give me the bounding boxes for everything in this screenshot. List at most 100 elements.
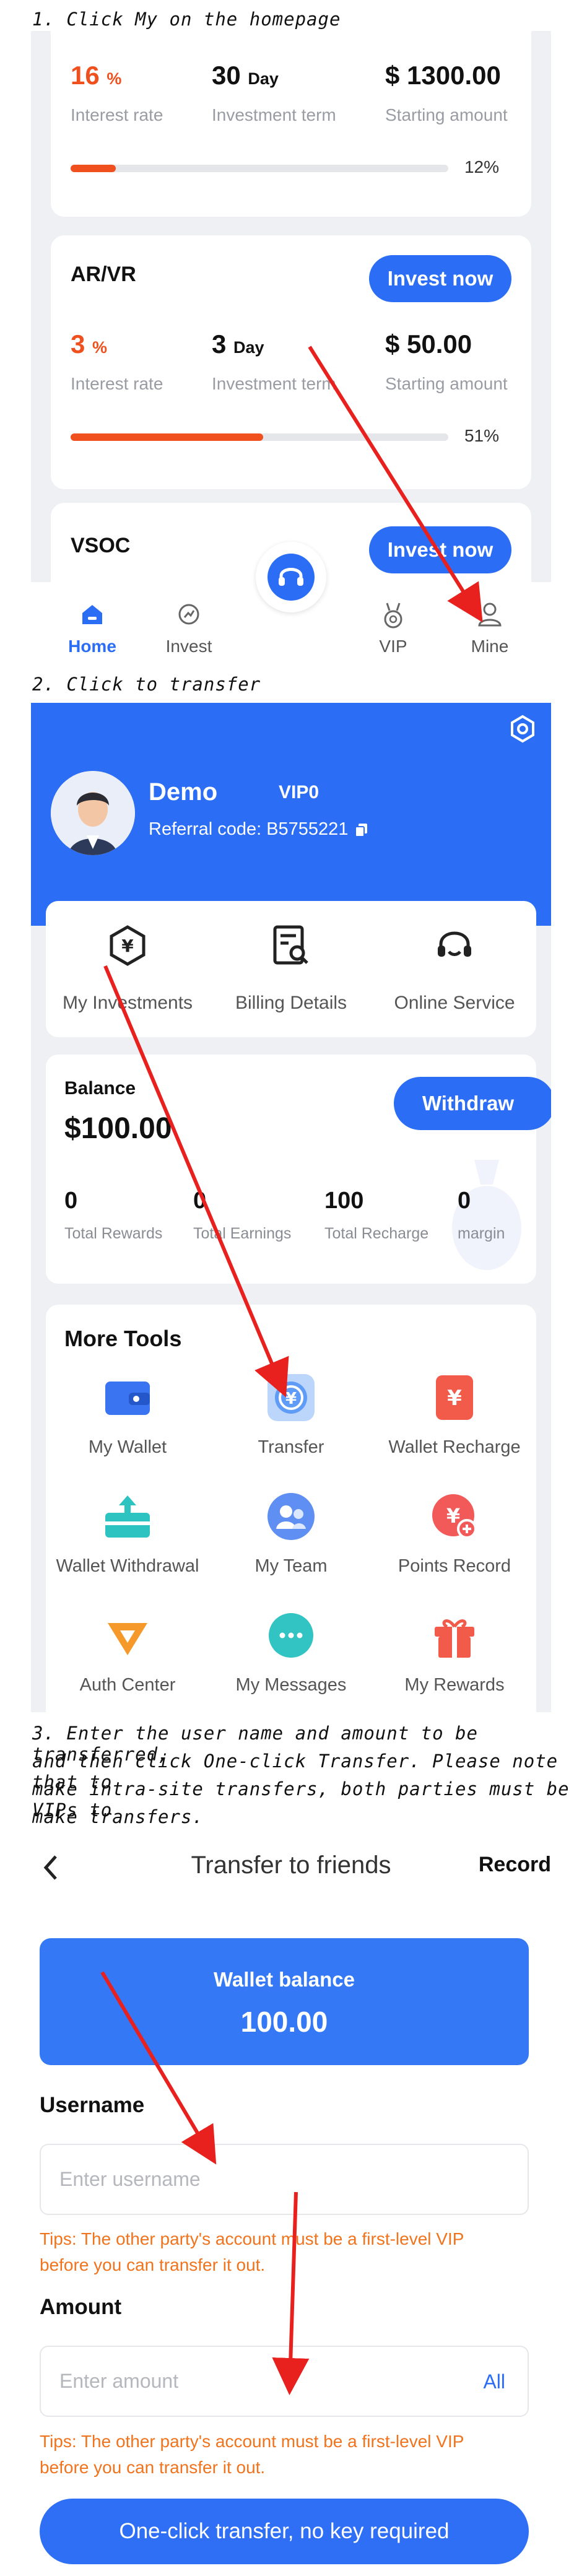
team-icon [267,1493,315,1540]
tab-label: Mine [471,637,509,656]
recharge-icon: ¥ [436,1375,473,1420]
tool-label: My Messages [235,1675,347,1695]
tool-wallet-recharge[interactable]: ¥ Wallet Recharge [373,1372,536,1489]
investment-term-label: Investment term [212,374,336,393]
starting-amount-label: Starting amount [385,105,508,124]
interest-rate-value: 3 % [71,329,108,359]
investment-term-value: 3 Day [212,329,264,359]
product-name: AR/VR [71,263,136,286]
wallet-balance-card: Wallet balance 100.00 [40,1938,529,2065]
mine-page-screenshot: Demo VIP0 Referral code: B5755221 ¥ My I… [31,703,551,1712]
services-card: ¥ My Investments Billing Details Online … [46,901,536,1037]
investment-term-label: Investment term [212,105,336,124]
progress-fill [71,433,264,441]
all-amount-button[interactable]: All [483,2370,505,2393]
progress-percent: 12% [464,157,499,176]
progress-percent: 51% [464,426,499,445]
svg-text:¥: ¥ [285,1390,297,1408]
tool-transfer[interactable]: ¥ Transfer [209,1372,373,1489]
progress-fill [71,165,116,172]
tool-label: Points Record [398,1556,511,1576]
referral-code: Referral code: B5755221 [149,819,370,840]
invest-now-button[interactable]: Invest now [369,255,511,302]
metric-label: Total Earnings [193,1225,292,1242]
diamond-icon [108,1623,147,1655]
username: Demo [149,778,218,806]
online-service-button[interactable]: Online Service [373,901,536,1037]
headset-icon [438,931,471,957]
page-title: Transfer to friends [191,1852,391,1879]
avatar[interactable] [51,771,135,855]
tool-my-team[interactable]: My Team [209,1490,373,1608]
interest-rate-label: Interest rate [71,105,163,124]
vip-level: VIP0 [279,782,320,803]
tool-auth-center[interactable]: Auth Center [46,1609,209,1712]
svg-text:¥: ¥ [447,1386,462,1411]
balance-value: $100.00 [64,1112,172,1145]
service-label: Online Service [394,993,515,1013]
amount-input[interactable] [59,2347,456,2416]
more-tools-title: More Tools [64,1326,182,1351]
headset-icon [279,568,303,586]
starting-amount-label: Starting amount [385,374,508,393]
tool-my-rewards[interactable]: My Rewards [373,1609,536,1712]
tool-wallet-withdrawal[interactable]: Wallet Withdrawal [46,1490,209,1608]
product-card[interactable]: 16 % 30 Day $ 1300.00 Interest rate Inve… [51,31,531,217]
service-label: Billing Details [235,993,347,1013]
product-card[interactable]: AR/VR Invest now 3 % 3 Day $ 50.00 Inter… [51,235,531,489]
progress-bar [71,433,448,441]
username-field[interactable] [40,2144,529,2215]
tool-my-messages[interactable]: My Messages [209,1609,373,1712]
tool-points-record[interactable]: ¥ Points Record [373,1490,536,1608]
starting-amount-value: $ 50.00 [385,329,472,359]
metric-label: Total Rewards [64,1225,163,1242]
interest-rate-label: Interest rate [71,374,163,393]
billing-details-button[interactable]: Billing Details [209,901,373,1037]
one-click-transfer-button[interactable]: One-click transfer, no key required [40,2499,529,2564]
step-1-caption: 1. Click My on the homepage [32,9,341,30]
balance-label: Balance [64,1078,136,1099]
interest-rate-value: 16 % [71,61,122,90]
username-input[interactable] [59,2145,456,2214]
medal-icon [384,603,402,629]
record-link[interactable]: Record [479,1853,551,1877]
copy-icon[interactable] [354,822,370,838]
tab-invest[interactable]: Invest [142,582,235,659]
progress-bar [71,165,448,172]
step-2-caption: 2. Click to transfer [32,674,261,695]
user-icon [478,603,502,627]
transfer-icon: ¥ [267,1374,315,1421]
tool-my-wallet[interactable]: My Wallet [46,1372,209,1489]
tool-label: My Rewards [404,1675,505,1695]
starting-amount-value: $ 1300.00 [385,61,501,90]
gift-icon [435,1619,474,1658]
tab-mine[interactable]: Mine [443,582,536,659]
invest-now-button[interactable]: Invest now [369,526,511,573]
withdraw-button[interactable]: Withdraw [394,1077,551,1130]
settings-icon[interactable] [508,714,537,744]
metric-value: 100 [324,1188,364,1214]
tab-home[interactable]: Home [46,582,139,659]
metric-value: 0 [193,1188,207,1214]
tab-label: VIP [379,637,407,656]
tab-vip[interactable]: VIP [347,582,440,659]
tool-label: My Wallet [88,1437,167,1457]
investment-term-value: 30 Day [212,61,279,90]
amount-field[interactable]: All [40,2346,529,2417]
more-tools-card: More Tools My Wallet ¥ Transfer ¥ Wallet… [46,1305,536,1712]
tab-label: Invest [165,637,212,656]
amount-label: Amount [40,2295,122,2319]
tool-label: Auth Center [79,1675,176,1695]
profile-header: Demo VIP0 Referral code: B5755221 [31,703,551,926]
tool-label: Wallet Withdrawal [56,1556,199,1576]
my-investments-button[interactable]: ¥ My Investments [46,901,209,1037]
message-icon [269,1613,313,1658]
bill-search-icon [273,925,308,965]
tool-label: Wallet Recharge [388,1437,521,1457]
balance-card: Balance $100.00 Withdraw 0 Total Rewards… [46,1055,551,1284]
tool-label: Transfer [258,1437,324,1457]
wallet-balance-label: Wallet balance [213,1968,355,1991]
investment-hexagon-icon: ¥ [110,925,146,966]
amount-tip: Tips: The other party's account must be … [40,2432,464,2477]
customer-service-button[interactable] [256,542,326,612]
